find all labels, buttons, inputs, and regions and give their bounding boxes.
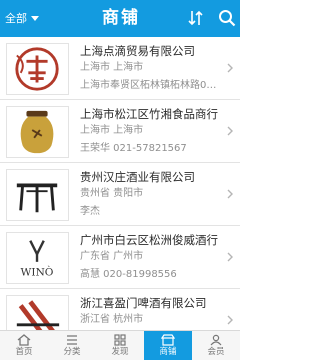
shop-location: 上海市 上海市 <box>80 62 144 73</box>
tab-label: 会员 <box>207 347 225 357</box>
tab-shops[interactable]: 商铺 <box>144 331 192 360</box>
person-icon <box>210 334 222 346</box>
shop-name: 上海市松江区竹湘食品商行 <box>80 107 218 121</box>
bottom-tab-bar: 首页 分类 发现 商铺 会员 <box>0 330 240 360</box>
list-item[interactable]: WINÒ 广州市白云区松洲俊威酒行 广东省 广州市 高慧 020-8199855… <box>0 226 240 289</box>
shop-location: 贵州省 贵阳市 <box>80 188 144 199</box>
header-bar: 全部 商铺 <box>0 0 240 37</box>
shop-detail: 高慧 020-81998556 <box>80 269 177 280</box>
home-icon <box>17 334 31 346</box>
shop-location: 上海市 上海市 <box>80 125 144 136</box>
category-filter-dropdown[interactable]: 全部 <box>5 11 57 26</box>
list-item[interactable]: 浙江喜盈门啤酒有限公司 浙江省 杭州市 <box>0 289 240 330</box>
wino-logo-icon: WINÒ <box>21 240 54 278</box>
tab-label: 发现 <box>111 347 129 357</box>
shop-location: 浙江省 杭州市 <box>80 314 144 325</box>
tab-category[interactable]: 分类 <box>48 331 96 360</box>
shop-thumbnail <box>6 43 69 95</box>
tab-member[interactable]: 会员 <box>192 331 240 360</box>
category-filter-label: 全部 <box>5 12 27 25</box>
tab-home[interactable]: 首页 <box>0 331 48 360</box>
shop-thumbnail <box>6 295 69 330</box>
chevron-right-icon <box>227 126 233 136</box>
chevron-right-icon <box>227 63 233 73</box>
shop-detail: 王荣华 021-57821567 <box>80 143 187 154</box>
shop-list: 上海点滴贸易有限公司 上海市 上海市 上海市奉贤区柘林镇柘林路07号 上海市松江… <box>0 37 240 330</box>
shop-name: 浙江喜盈门啤酒有限公司 <box>80 296 207 310</box>
svg-text:WINÒ: WINÒ <box>21 264 54 278</box>
list-item[interactable]: 上海点滴贸易有限公司 上海市 上海市 上海市奉贤区柘林镇柘林路07号 <box>0 37 240 100</box>
chevron-right-icon <box>227 252 233 262</box>
shop-icon <box>161 334 175 346</box>
list-item[interactable]: 上海市松江区竹湘食品商行 上海市 上海市 王荣华 021-57821567 <box>0 100 240 163</box>
sort-icon[interactable] <box>188 9 204 27</box>
shop-thumbnail <box>6 106 69 158</box>
shop-name: 贵州汉庄酒业有限公司 <box>80 170 195 184</box>
tab-label: 商铺 <box>159 347 177 357</box>
shop-thumbnail <box>6 169 69 221</box>
shop-name: 广州市白云区松洲俊威酒行 <box>80 233 218 247</box>
list-icon <box>67 335 77 345</box>
list-item[interactable]: 贵州汉庄酒业有限公司 贵州省 贵阳市 李杰 <box>0 163 240 226</box>
beer-logo-icon <box>16 300 60 330</box>
wine-jar-icon <box>20 110 54 154</box>
chevron-right-icon <box>227 315 233 325</box>
shop-name: 上海点滴贸易有限公司 <box>80 44 195 58</box>
shop-thumbnail: WINÒ <box>6 232 69 284</box>
shop-detail: 李杰 <box>80 206 100 217</box>
tab-discover[interactable]: 发现 <box>96 331 144 360</box>
grid-icon <box>114 334 126 346</box>
page-title: 商铺 <box>102 8 140 28</box>
chevron-right-icon <box>227 189 233 199</box>
tab-label: 分类 <box>63 347 81 357</box>
tab-label: 首页 <box>15 347 33 357</box>
shop-detail: 上海市奉贤区柘林镇柘林路07号 <box>80 80 222 91</box>
tripod-logo-icon <box>16 183 58 213</box>
chevron-down-icon <box>31 16 39 21</box>
search-icon[interactable] <box>218 9 236 27</box>
shop-location: 广东省 广州市 <box>80 251 144 262</box>
bowl-logo-icon <box>15 47 59 91</box>
